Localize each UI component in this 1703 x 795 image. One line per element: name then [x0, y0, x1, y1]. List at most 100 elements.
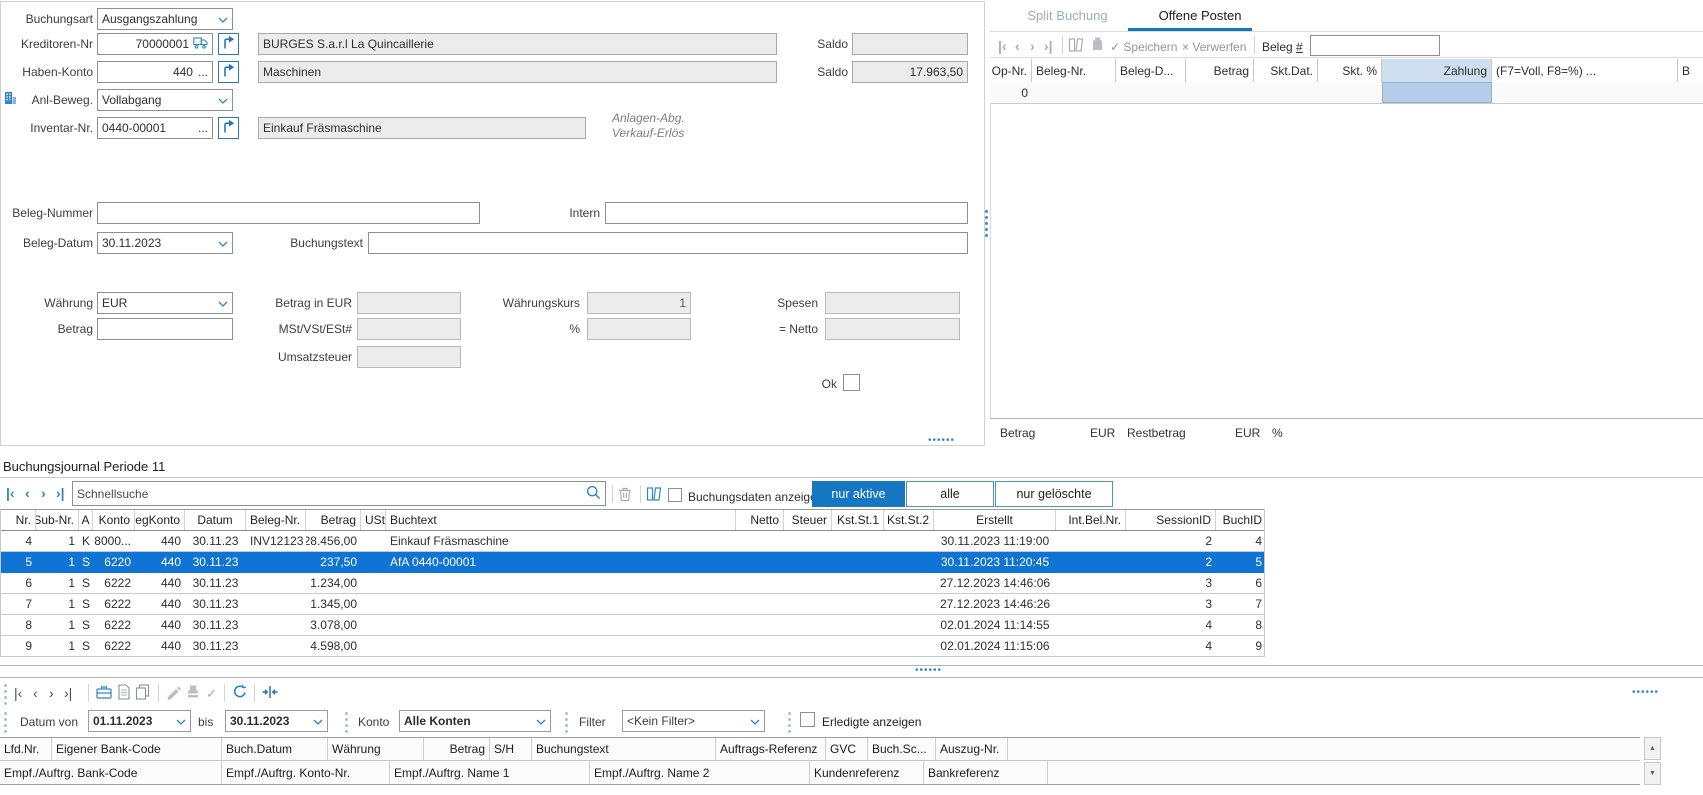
- search-icon[interactable]: [586, 485, 601, 503]
- journal-row[interactable]: 91 S6222 44030.11.23 4.598,00 02.01.2024…: [1, 636, 1264, 657]
- column-header[interactable]: Int.Bel.Nr.: [1056, 510, 1126, 530]
- column-header[interactable]: Empf./Auftrg. Bank-Code: [0, 761, 222, 784]
- fit-columns-icon[interactable]: [262, 685, 278, 702]
- inventar-jump-button[interactable]: [218, 117, 239, 139]
- column-chooser-icon[interactable]: [1068, 37, 1085, 56]
- journal-row[interactable]: 41 K8000... 44030.11.23 INV1212328.456,0…: [1, 531, 1264, 552]
- filter-alle-button[interactable]: alle: [906, 481, 994, 507]
- anl-beweg-select[interactable]: Vollabgang: [97, 89, 233, 111]
- column-chooser-icon[interactable]: [646, 486, 663, 505]
- column-header[interactable]: Konto: [93, 510, 135, 530]
- search-input[interactable]: Schnellsuche: [72, 481, 606, 506]
- column-header[interactable]: USt: [361, 510, 386, 530]
- filter-grip[interactable]: [788, 712, 791, 733]
- column-header[interactable]: Buch.Sc...: [868, 738, 936, 760]
- beleg-nummer-input[interactable]: [97, 202, 480, 224]
- column-header[interactable]: SessionID: [1126, 510, 1216, 530]
- column-header[interactable]: (F7=Voll, F8=%) ...: [1492, 59, 1678, 82]
- buchungstext-input[interactable]: [368, 232, 968, 254]
- column-header[interactable]: Netto: [736, 510, 784, 530]
- journal-row[interactable]: 81 S6222 44030.11.23 3.078,00 02.01.2024…: [1, 615, 1264, 636]
- last-record-icon[interactable]: ›|: [1044, 38, 1053, 54]
- datum-von-select[interactable]: 01.11.2023: [88, 710, 191, 732]
- save-button[interactable]: ✓ Speichern: [1110, 40, 1177, 54]
- filter-select[interactable]: <Kein Filter>: [622, 710, 765, 732]
- betrag-input[interactable]: [97, 318, 233, 340]
- filter-grip[interactable]: [4, 712, 7, 733]
- column-header[interactable]: Auftrags-Referenz: [716, 738, 826, 760]
- bis-select[interactable]: 30.11.2023: [225, 710, 328, 732]
- horizontal-splitter-grip[interactable]: ••••••: [915, 668, 942, 674]
- previous-row-icon[interactable]: ‹: [25, 485, 30, 501]
- column-header[interactable]: Beleg-D...: [1116, 59, 1186, 82]
- column-header[interactable]: Buchtext: [386, 510, 736, 530]
- column-header[interactable]: Bankreferenz: [924, 761, 1048, 784]
- buchungsart-select[interactable]: Ausgangszahlung: [97, 8, 233, 30]
- column-header[interactable]: Empf./Auftrg. Name 1: [390, 761, 590, 784]
- ok-checkbox[interactable]: [843, 374, 860, 391]
- waehrung-select[interactable]: EUR: [97, 292, 233, 314]
- column-header[interactable]: Nr.: [1, 510, 36, 530]
- inventar-input[interactable]: 0440-00001 ...: [97, 117, 213, 139]
- column-header[interactable]: GegKonto: [135, 510, 185, 530]
- first-record-icon[interactable]: |‹: [998, 38, 1007, 54]
- kreditoren-input[interactable]: 70000001: [97, 33, 213, 55]
- paste-icon[interactable]: [1090, 36, 1105, 56]
- column-header[interactable]: Buchungstext: [532, 738, 716, 760]
- column-header[interactable]: Beleg-Nr.: [1032, 59, 1116, 82]
- previous-entry-icon[interactable]: ‹: [33, 685, 38, 701]
- open-items-row[interactable]: 0: [990, 82, 1703, 104]
- column-header[interactable]: Steuer: [784, 510, 832, 530]
- refresh-icon[interactable]: [232, 684, 248, 703]
- beleg-datum-select[interactable]: 30.11.2023: [97, 232, 233, 254]
- first-entry-icon[interactable]: |‹: [14, 685, 22, 701]
- column-header[interactable]: Erstellt: [934, 510, 1056, 530]
- document-icon[interactable]: [118, 684, 130, 703]
- show-booking-data-checkbox[interactable]: [668, 488, 682, 502]
- scroll-down-button[interactable]: ▼: [1644, 762, 1661, 785]
- journal-row[interactable]: 61 S6222 44030.11.23 1.234,00 27.12.2023…: [1, 573, 1264, 594]
- briefcase-icon[interactable]: [96, 685, 112, 703]
- column-header[interactable]: BuchID: [1216, 510, 1266, 530]
- column-header-zahlung[interactable]: Zahlung: [1382, 59, 1492, 82]
- filter-nur-geloeschte-button[interactable]: nur gelöschte: [995, 481, 1113, 507]
- column-header[interactable]: S/H: [490, 738, 532, 760]
- column-header[interactable]: Skt. %: [1318, 59, 1382, 82]
- toolbar-grip[interactable]: [4, 684, 7, 705]
- vertical-splitter-grip[interactable]: [985, 210, 988, 237]
- column-header[interactable]: Op-Nr.: [990, 59, 1032, 82]
- discard-button[interactable]: × Verwerfen: [1182, 40, 1246, 54]
- next-row-icon[interactable]: ›: [41, 485, 46, 501]
- column-header[interactable]: Buch.Datum: [222, 738, 328, 760]
- column-header[interactable]: Betrag: [306, 510, 361, 530]
- konto-select[interactable]: Alle Konten: [399, 710, 551, 732]
- tab-split-buchung[interactable]: Split Buchung: [1015, 8, 1120, 23]
- column-header[interactable]: Sub-Nr.: [36, 510, 79, 530]
- first-row-icon[interactable]: |‹: [6, 485, 15, 501]
- zahlung-cell[interactable]: [1382, 82, 1492, 103]
- intern-input[interactable]: [605, 202, 968, 224]
- toolbar-splitter-grip[interactable]: ••••••: [1632, 690, 1659, 696]
- column-header[interactable]: Betrag: [1186, 59, 1254, 82]
- copy-icon[interactable]: [135, 684, 150, 703]
- confirm-icon[interactable]: ✓: [206, 686, 217, 702]
- beleg-number-input[interactable]: [1310, 35, 1440, 56]
- scroll-up-button[interactable]: ▲: [1644, 737, 1661, 760]
- column-header[interactable]: Währung: [328, 738, 424, 760]
- haben-konto-jump-button[interactable]: [218, 61, 239, 83]
- column-header[interactable]: Auszug-Nr.: [936, 738, 1008, 760]
- filter-nur-aktive-button[interactable]: nur aktive: [812, 481, 905, 507]
- last-row-icon[interactable]: ›|: [56, 485, 65, 501]
- pen-icon[interactable]: [166, 684, 181, 703]
- column-header[interactable]: Kst.St.2: [884, 510, 934, 530]
- column-header[interactable]: Betrag: [424, 738, 490, 760]
- filter-grip[interactable]: [345, 712, 348, 733]
- next-record-icon[interactable]: ›: [1030, 38, 1035, 54]
- delete-icon[interactable]: [618, 486, 632, 505]
- column-header[interactable]: GVC: [826, 738, 868, 760]
- column-header[interactable]: Empf./Auftrg. Konto-Nr.: [222, 761, 390, 784]
- journal-row-selected[interactable]: 51 S6220 44030.11.23 237,50 AfA 0440-000…: [1, 552, 1264, 573]
- next-entry-icon[interactable]: ›: [49, 685, 54, 701]
- column-header[interactable]: Beleg-Nr.: [246, 510, 306, 530]
- horizontal-splitter-grip[interactable]: ••••••: [928, 438, 955, 444]
